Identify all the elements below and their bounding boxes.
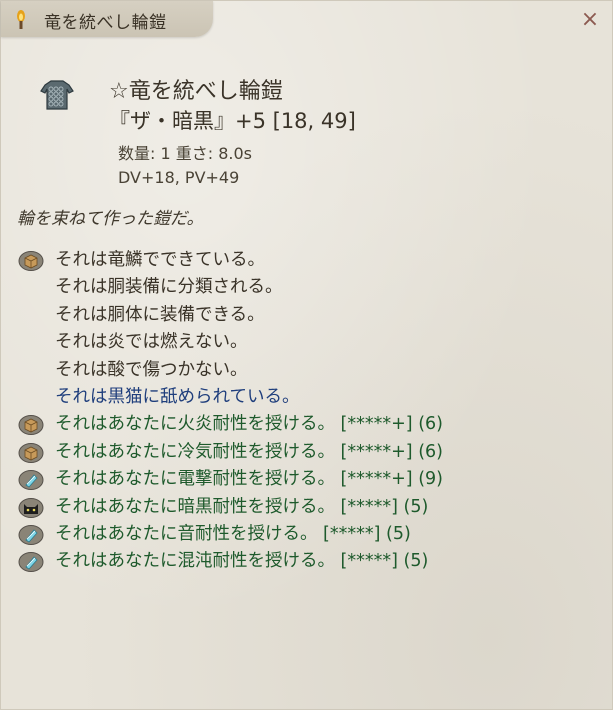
property-row: それはあなたに混沌耐性を授ける。 [*****] (5) <box>15 548 605 575</box>
item-weight-quantity: 数量: 1 重さ: 8.0s <box>118 144 253 163</box>
property-text: それは胴体に装備できる。 <box>55 304 265 325</box>
chainmail-icon <box>40 80 74 110</box>
property-text: それはあなたに混沌耐性を授ける。 [*****] (5) <box>55 551 429 572</box>
crystal-icon <box>18 470 44 491</box>
close-button[interactable]: × <box>577 7 603 33</box>
window-title-bar: 竜を統べし輪鎧 <box>1 1 213 37</box>
item-subtitle: 『ザ・暗黒』+5 [18, 49] <box>109 109 356 133</box>
item-description: 輪を束ねて作った鎧だ。 <box>17 209 204 229</box>
property-row: それはあなたに音耐性を授ける。 [*****] (5) <box>15 521 605 548</box>
property-text: それは黒猫に舐められている。 <box>55 386 300 407</box>
property-text: それは竜鱗でできている。 <box>55 250 265 270</box>
property-text: それは胴装備に分類される。 <box>55 277 283 298</box>
box-icon <box>18 415 44 436</box>
property-list: それは竜鱗でできている。 それは胴装備に分類される。 それは胴体に装備できる。 それは… <box>15 247 605 576</box>
property-row: それは炎では燃えない。 <box>15 329 605 356</box>
property-row: それは酸で傷つかない。 <box>15 357 605 384</box>
crystal-icon <box>18 524 44 545</box>
property-row: それはあなたに冷気耐性を授ける。 [*****+] (6) <box>15 439 605 466</box>
property-row: それは胴体に装備できる。 <box>15 302 605 329</box>
item-name: ☆竜を統べし輪鎧 <box>109 79 283 104</box>
item-dv-pv: DV+18, PV+49 <box>118 168 240 187</box>
box-icon <box>18 442 44 463</box>
property-text: それはあなたに火炎耐性を授ける。 [*****+] (6) <box>55 414 443 435</box>
property-row: それはあなたに電撃耐性を授ける。 [*****+] (9) <box>15 466 605 493</box>
box-icon <box>18 251 44 271</box>
property-text: それはあなたに音耐性を授ける。 [*****] (5) <box>55 523 411 544</box>
cat-icon <box>18 497 44 518</box>
property-row: それはあなたに暗黒耐性を授ける。 [*****] (5) <box>15 494 605 521</box>
property-text: それはあなたに暗黒耐性を授ける。 [*****] (5) <box>55 496 429 517</box>
torch-icon <box>17 10 25 29</box>
property-row: それは竜鱗でできている。 <box>15 247 605 274</box>
item-stats: 数量: 1 重さ: 8.0s DV+18, PV+49 <box>118 142 252 190</box>
property-row: それは黒猫に舐められている。 <box>15 384 605 411</box>
item-info-window: 竜を統べし輪鎧 × ☆竜を統べし輪鎧 『ザ・暗黒』+5 [18, 49] 数量:… <box>0 0 613 710</box>
property-row: それはあなたに火炎耐性を授ける。 [*****+] (6) <box>15 411 605 438</box>
window-title: 竜を統べし輪鎧 <box>44 13 167 33</box>
property-text: それは炎では燃えない。 <box>55 332 248 353</box>
property-text: それはあなたに電撃耐性を授ける。 [*****+] (9) <box>55 469 443 490</box>
property-text: それは酸で傷つかない。 <box>55 359 248 380</box>
property-text: それはあなたに冷気耐性を授ける。 [*****+] (6) <box>55 441 443 462</box>
crystal-icon <box>18 552 44 573</box>
property-row: それは胴装備に分類される。 <box>15 274 605 301</box>
